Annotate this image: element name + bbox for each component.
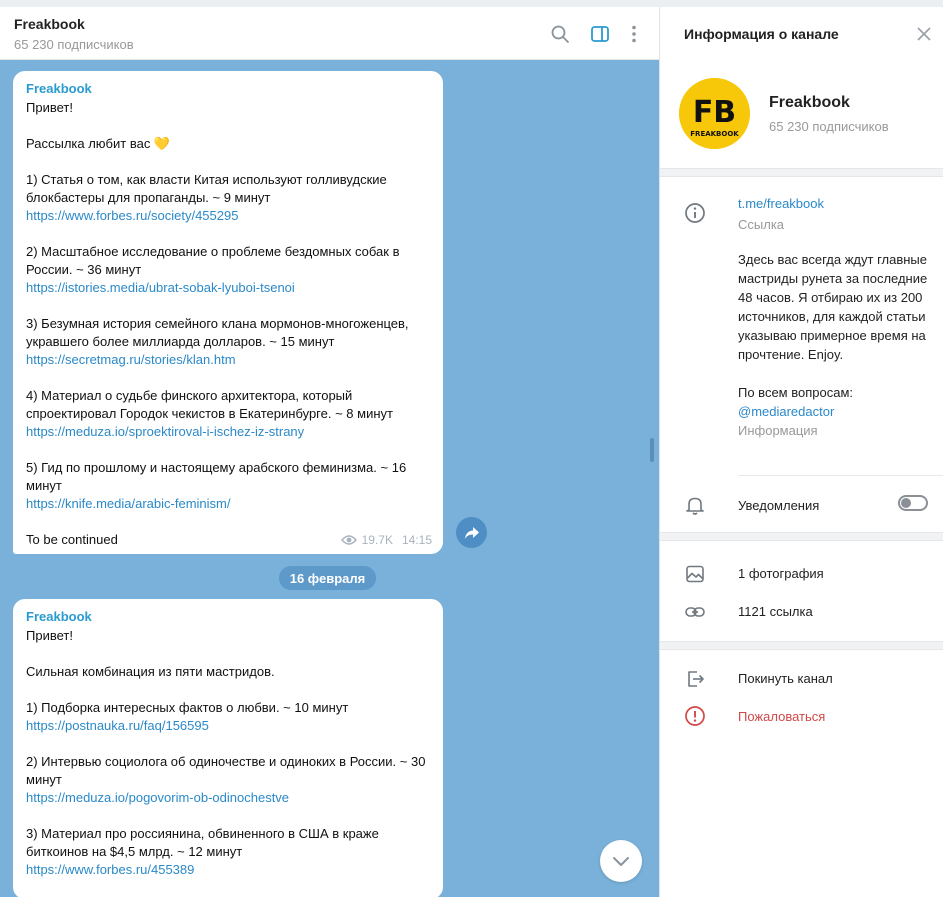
chat-subscribers: 65 230 подписчиков [14, 37, 134, 52]
date-separator: 16 февраля [279, 566, 376, 590]
photo-icon [684, 563, 706, 585]
section-separator [660, 168, 943, 177]
media-photos[interactable]: 1 фотография [738, 566, 824, 581]
message-line: 1) Подборка интересных фактов о любви. ~… [26, 700, 349, 715]
message-bubble[interactable]: Freakbook Привет! Рассылка любит вас 💛 1) … [13, 71, 443, 554]
channel-link[interactable]: t.me/freakbook [738, 196, 824, 211]
scroll-to-bottom-button[interactable] [600, 840, 642, 882]
chat-title[interactable]: Freakbook [14, 16, 85, 32]
description-caption: Информация [738, 423, 818, 438]
message-link[interactable]: https://meduza.io/sproektiroval-i-ischez… [26, 424, 304, 439]
message-link[interactable]: https://www.forbes.ru/society/455295 [26, 208, 238, 223]
message-author[interactable]: Freakbook [26, 80, 430, 98]
message-author[interactable]: Freakbook [26, 608, 430, 626]
chat-header: Freakbook 65 230 подписчиков [0, 7, 659, 60]
toggle-knob [901, 498, 911, 508]
channel-description: Здесь вас всегда ждут главные мастриды р… [738, 250, 928, 440]
panel-title: Информация о канале [684, 26, 839, 42]
svg-text:FREAKBOOK: FREAKBOOK [690, 130, 739, 138]
message-line: Рассылка любит вас 💛 [26, 136, 171, 151]
message-line: 4) Материал о судьбе финского архитектор… [26, 388, 393, 421]
channel-info-panel: Информация о канале FB FREAKBOOK Freakbo… [659, 7, 943, 897]
link-caption: Ссылка [738, 217, 785, 232]
message-link[interactable]: https://istories.media/ubrat-sobak-lyubo… [26, 280, 295, 295]
message-line: https://www.forbes.ru/society/455295 [26, 207, 430, 225]
message-line: 3) Материал про россиянина, обвиненного … [26, 826, 379, 859]
chat-column: Freakbook 65 230 подписчиков Freakbook П… [0, 7, 659, 897]
message-link[interactable]: https://www.forbes.ru/455389 [26, 862, 194, 877]
message-line: https://secretmag.ru/stories/klan.htm [26, 351, 430, 369]
bell-icon [684, 494, 706, 516]
message-line: 1) Статья о том, как власти Китая исполь… [26, 172, 387, 205]
message-line: Сильная комбинация из пяти мастридов. [26, 664, 275, 679]
message-line: 2) Интервью социолога об одиночестве и о… [26, 754, 426, 787]
message-link[interactable]: https://knife.media/arabic-feminism/ [26, 496, 230, 511]
freakbook-logo: FB FREAKBOOK [679, 78, 750, 149]
message-link[interactable]: https://secretmag.ru/stories/klan.htm [26, 352, 236, 367]
exit-icon [684, 668, 706, 690]
message-line: https://meduza.io/pogovorim-ob-odinoches… [26, 789, 430, 807]
description-text: Здесь вас всегда ждут главные мастриды р… [738, 252, 928, 362]
views-eye-icon [340, 535, 357, 545]
scrollbar-thumb[interactable] [650, 438, 654, 462]
message-line: Привет! [26, 628, 73, 643]
message-line: https://meduza.io/sproektiroval-i-ischez… [26, 423, 430, 441]
message-list[interactable]: Freakbook Привет! Рассылка любит вас 💛 1) … [0, 60, 659, 897]
more-vertical-icon[interactable] [623, 23, 645, 45]
message-line: https://knife.media/arabic-feminism/ [26, 495, 430, 513]
forward-button[interactable] [456, 517, 487, 548]
message-link[interactable]: https://postnauka.ru/faq/156595 [26, 718, 209, 733]
description-gap [738, 364, 928, 383]
message-time: 14:15 [401, 533, 432, 547]
channel-name: Freakbook [769, 94, 850, 111]
report-icon [684, 705, 706, 727]
message-line: https://istories.media/ubrat-sobak-lyubo… [26, 279, 430, 297]
section-separator [660, 532, 943, 541]
divider [738, 475, 943, 476]
message-line: 2) Масштабное исследование о проблеме бе… [26, 244, 400, 277]
notifications-label: Уведомления [738, 498, 820, 513]
description-text: По всем вопросам: [738, 385, 853, 400]
message-link[interactable]: https://meduza.io/pogovorim-ob-odinoches… [26, 790, 289, 805]
chevron-down-icon [613, 857, 629, 866]
window-top-strip [0, 0, 943, 7]
forward-arrow-icon [464, 526, 479, 539]
message-line: 3) Безумная история семейного клана морм… [26, 316, 409, 349]
channel-avatar[interactable]: FB FREAKBOOK [679, 78, 750, 149]
notifications-toggle[interactable] [898, 495, 928, 511]
message-bubble[interactable]: Freakbook Привет! Сильная комбинация из п… [13, 599, 443, 897]
message-line: https://postnauka.ru/faq/156595 [26, 717, 430, 735]
sidebar-toggle-icon[interactable] [589, 23, 611, 45]
media-links[interactable]: 1121 ссылка [738, 604, 813, 619]
contact-link[interactable]: @mediaredactor [738, 402, 928, 421]
message-line: https://www.forbes.ru/455389 [26, 861, 430, 879]
report-button[interactable]: Пожаловаться [738, 709, 825, 724]
close-icon[interactable] [916, 26, 932, 42]
leave-channel-button[interactable]: Покинуть канал [738, 671, 833, 686]
message-views: 19.7K [361, 533, 393, 547]
link-icon [684, 601, 706, 623]
search-icon[interactable] [549, 23, 571, 45]
message-line: 5) Гид по прошлому и настоящему арабског… [26, 460, 407, 493]
channel-subscribers: 65 230 подписчиков [769, 119, 889, 134]
info-icon [684, 202, 706, 224]
section-separator [660, 641, 943, 650]
message-line: Привет! [26, 100, 73, 115]
message-meta: 19.7K 14:15 [340, 531, 432, 549]
svg-text:FB: FB [693, 95, 736, 130]
